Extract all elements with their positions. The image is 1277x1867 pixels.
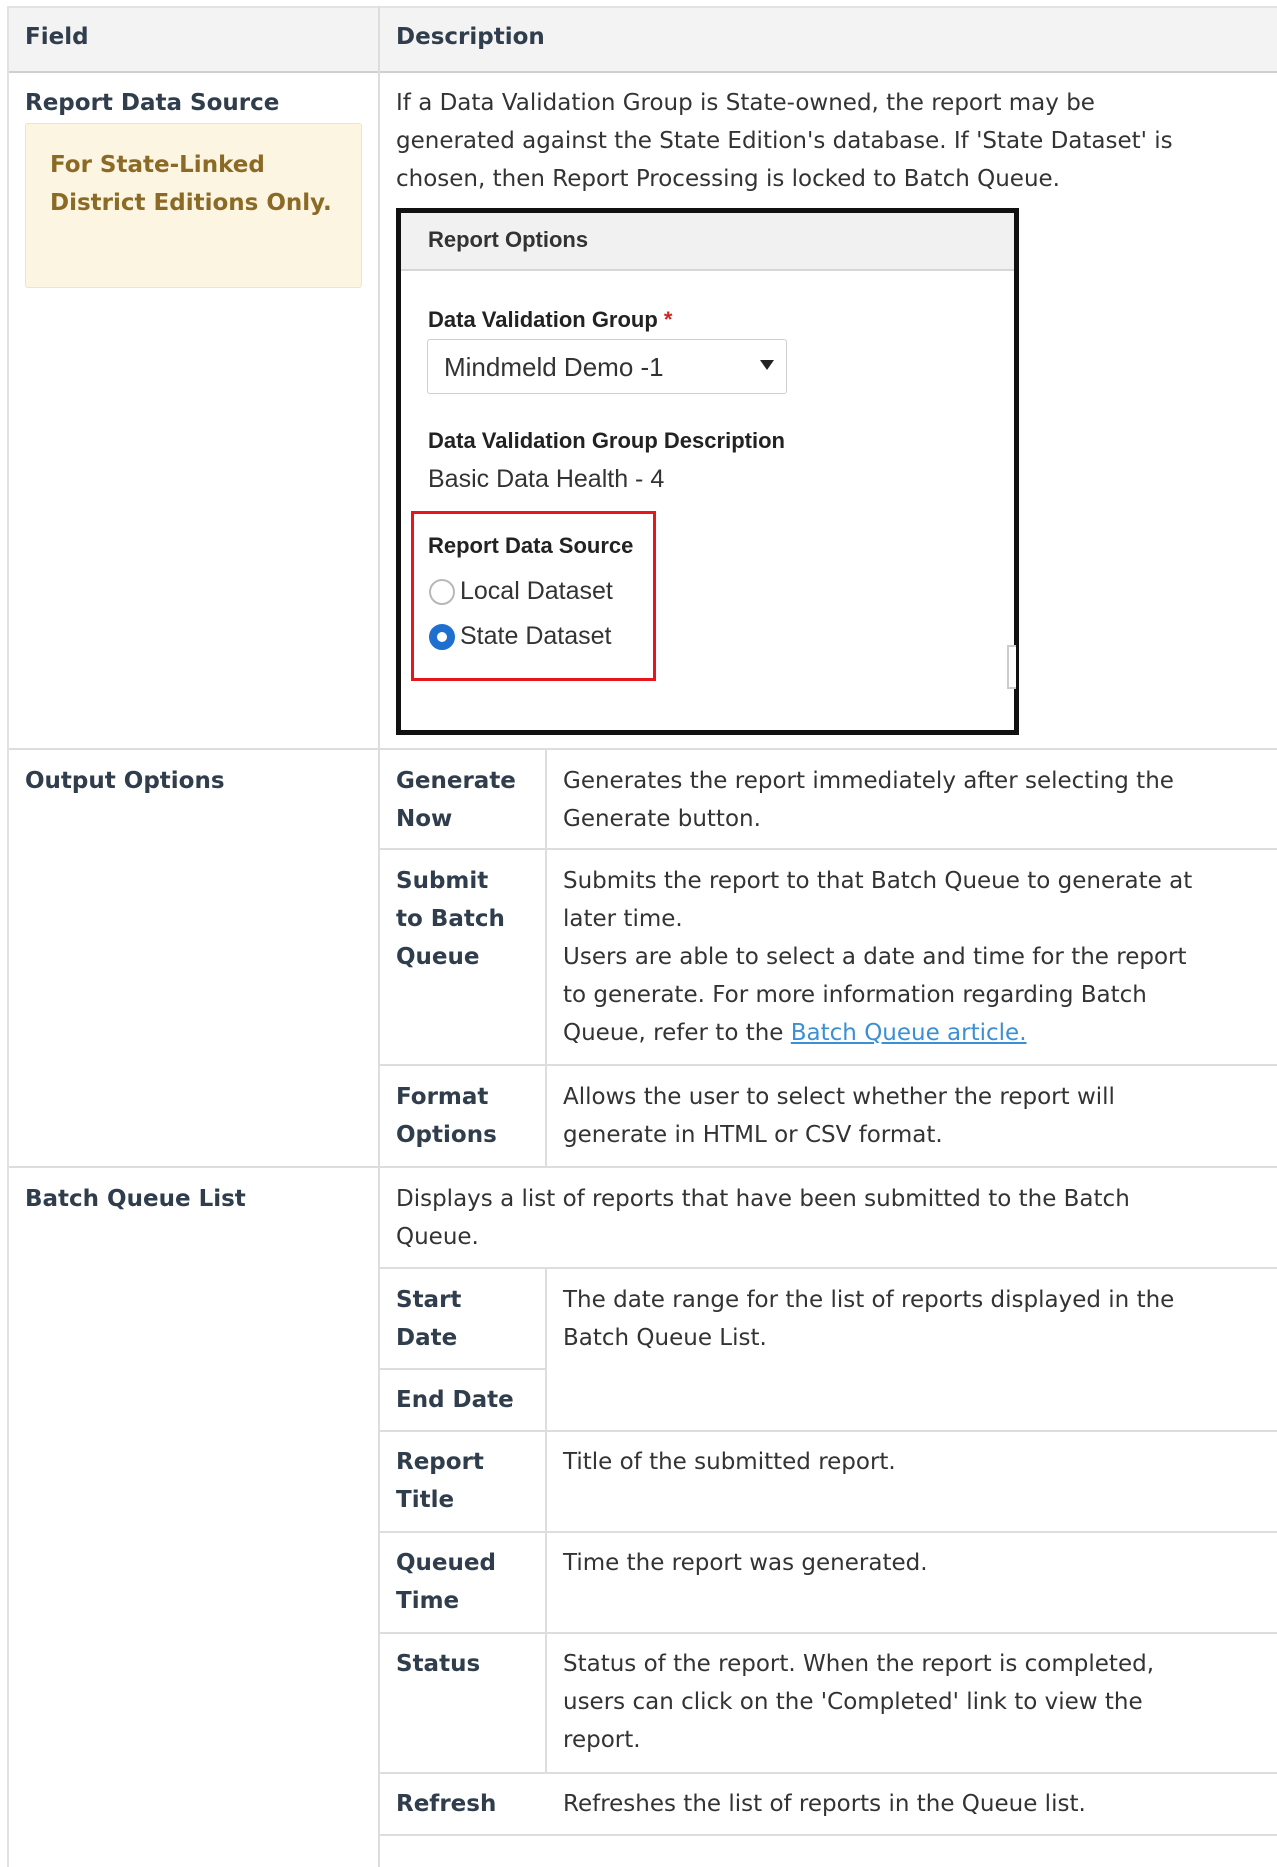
generate-now-desc-line-1: Generates the report immediately after s… (563, 768, 1174, 794)
sub-refresh: Refresh (396, 1791, 497, 1817)
status-desc-line-2: users can click on the 'Completed' link … (563, 1689, 1143, 1715)
report-data-source-desc-line-3: chosen, then Report Processing is locked… (396, 166, 1060, 192)
option-submit-batch-line-2: to Batch (396, 906, 505, 932)
radio-state-dataset[interactable] (429, 624, 455, 650)
format-options-desc-line-2: generate in HTML or CSV format. (563, 1122, 943, 1148)
fields-table: Field Description Report Data Source For… (0, 0, 1277, 1867)
required-marker: * (663, 307, 673, 332)
submit-batch-desc-line-4: to generate. For more information regard… (563, 982, 1147, 1008)
option-format-options-line-2: Options (396, 1122, 497, 1148)
sub-queued-time-line-2: Time (396, 1588, 460, 1614)
status-desc-line-3: report. (563, 1727, 641, 1753)
sub-report-title-line-2: Title (396, 1487, 455, 1513)
submit-batch-desc-line-1: Submits the report to that Batch Queue t… (563, 868, 1193, 894)
report-data-source-desc-line-2: generated against the State Edition's da… (396, 128, 1173, 154)
data-validation-group-label: Data Validation Group * (428, 307, 673, 332)
radio-label-state-dataset: State Dataset (460, 622, 612, 650)
date-range-desc-line-1: The date range for the list of reports d… (563, 1287, 1175, 1313)
report-title-desc: Title of the submitted report. (563, 1449, 896, 1475)
note-text: For State-Linked District Editions Only. (50, 152, 332, 216)
sub-report-title-line-1: Report (396, 1449, 484, 1475)
group-description-value: Basic Data Health - 4 (428, 465, 665, 493)
date-range-desc-line-2: Batch Queue List. (563, 1325, 767, 1351)
state-linked-note: For State-Linked District Editions Only. (25, 123, 362, 288)
chevron-down-icon (760, 360, 774, 370)
report-data-source-label: Report Data Source (428, 533, 634, 558)
sub-end-date: End Date (396, 1387, 514, 1413)
option-submit-batch-line-1: Submit (396, 868, 489, 894)
option-generate-now-line-2: Now (396, 806, 453, 832)
format-options-desc-line-1: Allows the user to select whether the re… (563, 1084, 1115, 1110)
data-validation-group-select[interactable]: Mindmeld Demo -1 (427, 339, 787, 394)
sub-start-date-line-1: Start (396, 1287, 462, 1313)
report-data-source-desc-line-1: If a Data Validation Group is State-owne… (396, 90, 1095, 116)
table-header (8, 8, 1277, 72)
header-description: Description (396, 24, 545, 50)
header-field: Field (25, 24, 89, 50)
status-desc-line-1: Status of the report. When the report is… (563, 1651, 1155, 1677)
field-output-options: Output Options (25, 768, 225, 794)
submit-batch-desc-line-2: later time. (563, 906, 683, 932)
radio-local-dataset[interactable] (429, 579, 455, 605)
option-generate-now-line-1: Generate (396, 768, 516, 794)
field-batch-queue-list: Batch Queue List (25, 1186, 246, 1212)
radio-label-local-dataset: Local Dataset (460, 577, 613, 605)
sub-queued-time-line-1: Queued (396, 1550, 496, 1576)
sub-status: Status (396, 1651, 481, 1677)
option-submit-batch-line-3: Queue (396, 944, 480, 970)
sub-start-date-line-2: Date (396, 1325, 458, 1351)
submit-batch-desc-line-3: Users are able to select a date and time… (563, 944, 1187, 970)
generate-now-desc-line-2: Generate button. (563, 806, 761, 832)
batch-queue-intro-line-2: Queue. (396, 1224, 479, 1250)
report-options-header: Report Options (401, 213, 1014, 271)
batch-queue-article-link[interactable]: Batch Queue article. (791, 1020, 1027, 1046)
submit-batch-desc-line-5: Queue, refer to the Batch Queue article. (563, 1020, 1027, 1046)
scrollbar[interactable] (1007, 645, 1016, 689)
refresh-desc: Refreshes the list of reports in the Que… (563, 1791, 1086, 1817)
queued-time-desc: Time the report was generated. (563, 1550, 928, 1576)
batch-queue-intro-line-1: Displays a list of reports that have bee… (396, 1186, 1130, 1212)
report-options-screenshot: Report Options Data Validation Group * Mi… (396, 208, 1019, 735)
group-description-label: Data Validation Group Description (428, 428, 785, 453)
report-options-title: Report Options (428, 227, 589, 252)
selected-group-value: Mindmeld Demo -1 (444, 352, 664, 382)
field-report-data-source: Report Data Source (25, 90, 280, 116)
option-format-options-line-1: Format (396, 1084, 489, 1110)
